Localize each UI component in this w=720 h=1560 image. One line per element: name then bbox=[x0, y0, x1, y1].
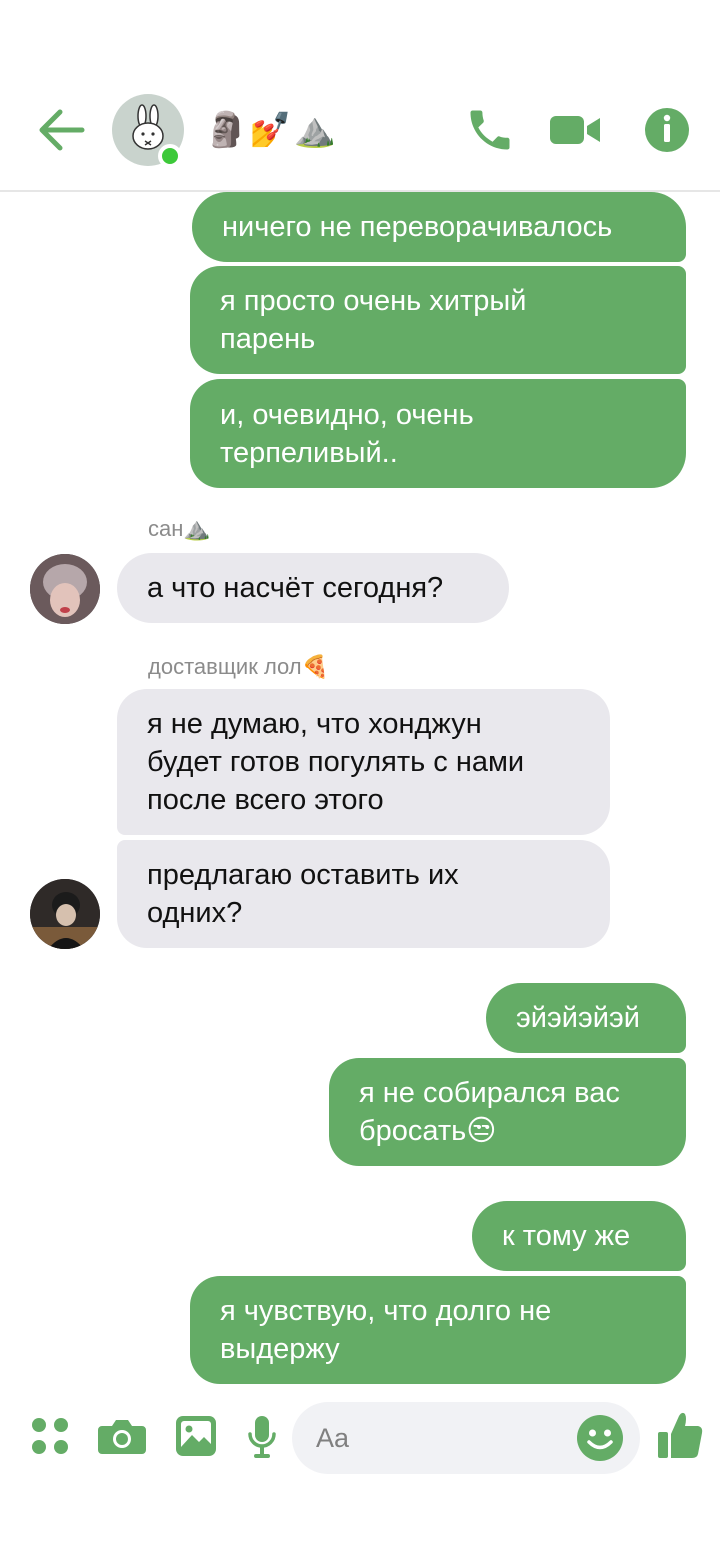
camera-icon[interactable] bbox=[98, 1416, 146, 1461]
sender-name: доставщик лол🍕 bbox=[148, 654, 330, 679]
info-icon[interactable] bbox=[643, 104, 695, 156]
message-bubble-outgoing[interactable]: я не собирался вас бросать😒 bbox=[329, 1058, 686, 1166]
apps-grid-icon[interactable] bbox=[30, 1416, 70, 1461]
message-bubble-outgoing[interactable]: я чувствую, что долго не выдержу bbox=[190, 1276, 686, 1384]
thumbs-up-icon[interactable] bbox=[656, 1410, 704, 1465]
microphone-icon[interactable] bbox=[246, 1414, 278, 1465]
message-bubble-incoming[interactable]: а что насчёт сегодня? bbox=[117, 553, 509, 623]
back-arrow-icon[interactable] bbox=[38, 108, 86, 152]
gallery-icon[interactable] bbox=[174, 1414, 218, 1463]
message-bubble-incoming[interactable]: предлагаю оставить их одних? bbox=[117, 840, 610, 948]
avatar[interactable] bbox=[30, 879, 100, 949]
chat-title[interactable]: 🗿💅⛰️ bbox=[205, 108, 338, 152]
video-camera-icon[interactable] bbox=[548, 104, 600, 156]
phone-icon[interactable] bbox=[464, 104, 516, 156]
sender-name: сан⛰️ bbox=[148, 516, 211, 541]
emoji-icon[interactable] bbox=[576, 1414, 624, 1467]
online-status-dot bbox=[158, 144, 182, 168]
message-bubble-incoming[interactable]: я не думаю, что хонджун будет готов погу… bbox=[117, 689, 610, 835]
message-bubble-outgoing[interactable]: к тому же bbox=[472, 1201, 686, 1271]
avatar[interactable] bbox=[30, 554, 100, 624]
message-bubble-outgoing[interactable]: эйэйэйэй bbox=[486, 983, 686, 1053]
message-bubble-outgoing[interactable]: я просто очень хитрый парень bbox=[190, 266, 686, 374]
message-bubble-outgoing[interactable]: ничего не переворачивалось bbox=[192, 192, 686, 262]
chat-header: 🗿💅⛰️ bbox=[0, 0, 720, 192]
message-composer: Aa bbox=[0, 1390, 720, 1490]
message-bubble-outgoing[interactable]: и, очевидно, очень терпеливый.. bbox=[190, 379, 686, 488]
